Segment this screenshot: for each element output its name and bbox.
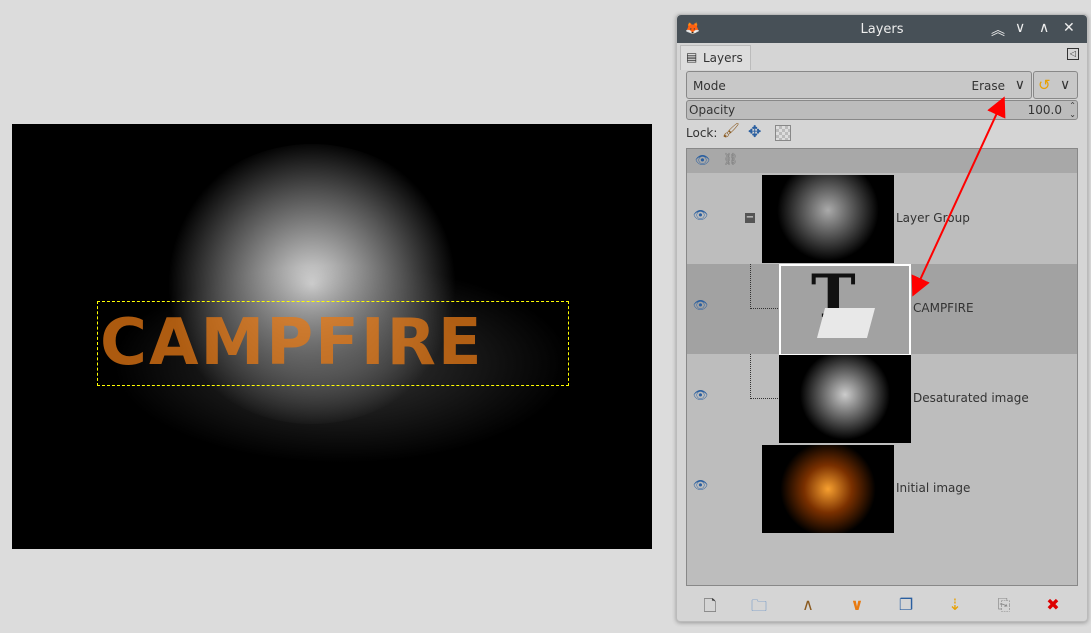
annotation-arrows <box>911 96 1006 297</box>
red-arrow <box>911 96 1006 297</box>
